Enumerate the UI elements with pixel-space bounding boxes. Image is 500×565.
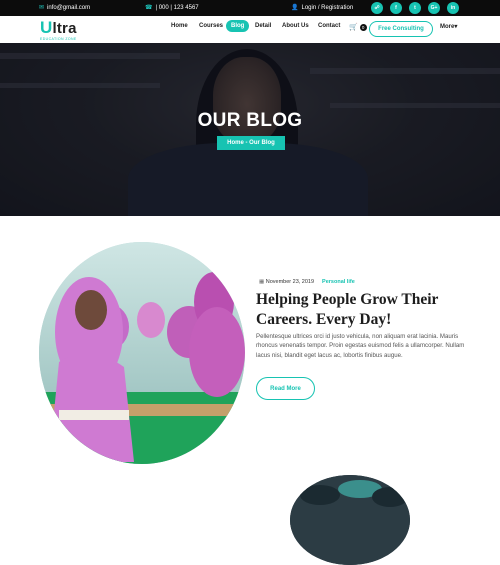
- envelope-icon: ✉: [39, 5, 45, 11]
- cart-count-badge: 0: [359, 23, 367, 31]
- phone-icon: ☎: [145, 5, 153, 11]
- calendar-icon: ▦: [259, 279, 265, 285]
- nav-about-us[interactable]: About Us: [282, 23, 309, 29]
- email-link[interactable]: ✉ info@gmail.com: [39, 4, 91, 12]
- cart-icon: 🛒: [349, 24, 358, 31]
- login-link[interactable]: 👤 Login / Registration: [291, 4, 354, 12]
- breadcrumb[interactable]: Home - Our Blog: [217, 136, 285, 150]
- post-title[interactable]: Helping People Grow Their Careers. Every…: [256, 290, 466, 330]
- post-date: November 23, 2019: [265, 279, 315, 285]
- twitter-icon[interactable]: t: [409, 2, 421, 14]
- nav-detail[interactable]: Detail: [255, 23, 271, 29]
- top-bar: ✉ info@gmail.com ☎ | 000 | 123 4567 👤 Lo…: [0, 0, 500, 16]
- site-logo[interactable]: Ultra EDUCATION ZONE: [40, 18, 77, 41]
- social-links: ☍ f t G+ in: [371, 2, 459, 14]
- nav-more[interactable]: More▾: [440, 23, 457, 30]
- nav-courses[interactable]: Courses: [199, 23, 223, 29]
- user-icon: 👤: [291, 5, 299, 11]
- post-meta: ▦ November 23, 2019 Personal life: [259, 279, 355, 285]
- rss-icon[interactable]: ☍: [371, 2, 383, 14]
- linkedin-icon[interactable]: in: [447, 2, 459, 14]
- graduates-photo: [290, 475, 410, 565]
- logo-word: ltra: [52, 20, 77, 37]
- nav-more-label: More: [440, 24, 455, 30]
- phone-link[interactable]: ☎ | 000 | 123 4567: [145, 4, 199, 12]
- cart-button[interactable]: 🛒 0: [349, 23, 367, 31]
- nav-blog[interactable]: Blog: [226, 20, 250, 32]
- phone-text: | 000 | 123 4567: [155, 4, 199, 11]
- post-excerpt: Pellentesque ultrices orci id justo vehi…: [256, 333, 465, 359]
- main-navbar: Ultra EDUCATION ZONE Home Courses Blog D…: [0, 16, 500, 43]
- students-photo: [39, 242, 245, 464]
- facebook-icon[interactable]: f: [390, 2, 402, 14]
- read-more-button[interactable]: Read More: [256, 377, 315, 400]
- logo-tagline: EDUCATION ZONE: [40, 37, 77, 41]
- nav-home[interactable]: Home: [171, 23, 188, 29]
- post-category[interactable]: Personal life: [322, 279, 355, 285]
- google-plus-icon[interactable]: G+: [428, 2, 440, 14]
- nav-contact[interactable]: Contact: [318, 23, 340, 29]
- page-banner: OUR BLOG Home - Our Blog: [0, 43, 500, 216]
- caret-down-icon: ▾: [454, 24, 458, 30]
- page-title: OUR BLOG: [197, 110, 303, 131]
- email-text: info@gmail.com: [47, 4, 91, 11]
- logo-initial: U: [40, 18, 53, 37]
- next-post-image[interactable]: [290, 475, 410, 565]
- post-image[interactable]: [39, 242, 245, 464]
- login-text: Login / Registration: [301, 4, 354, 11]
- free-consulting-button[interactable]: Free Consulting: [369, 21, 433, 37]
